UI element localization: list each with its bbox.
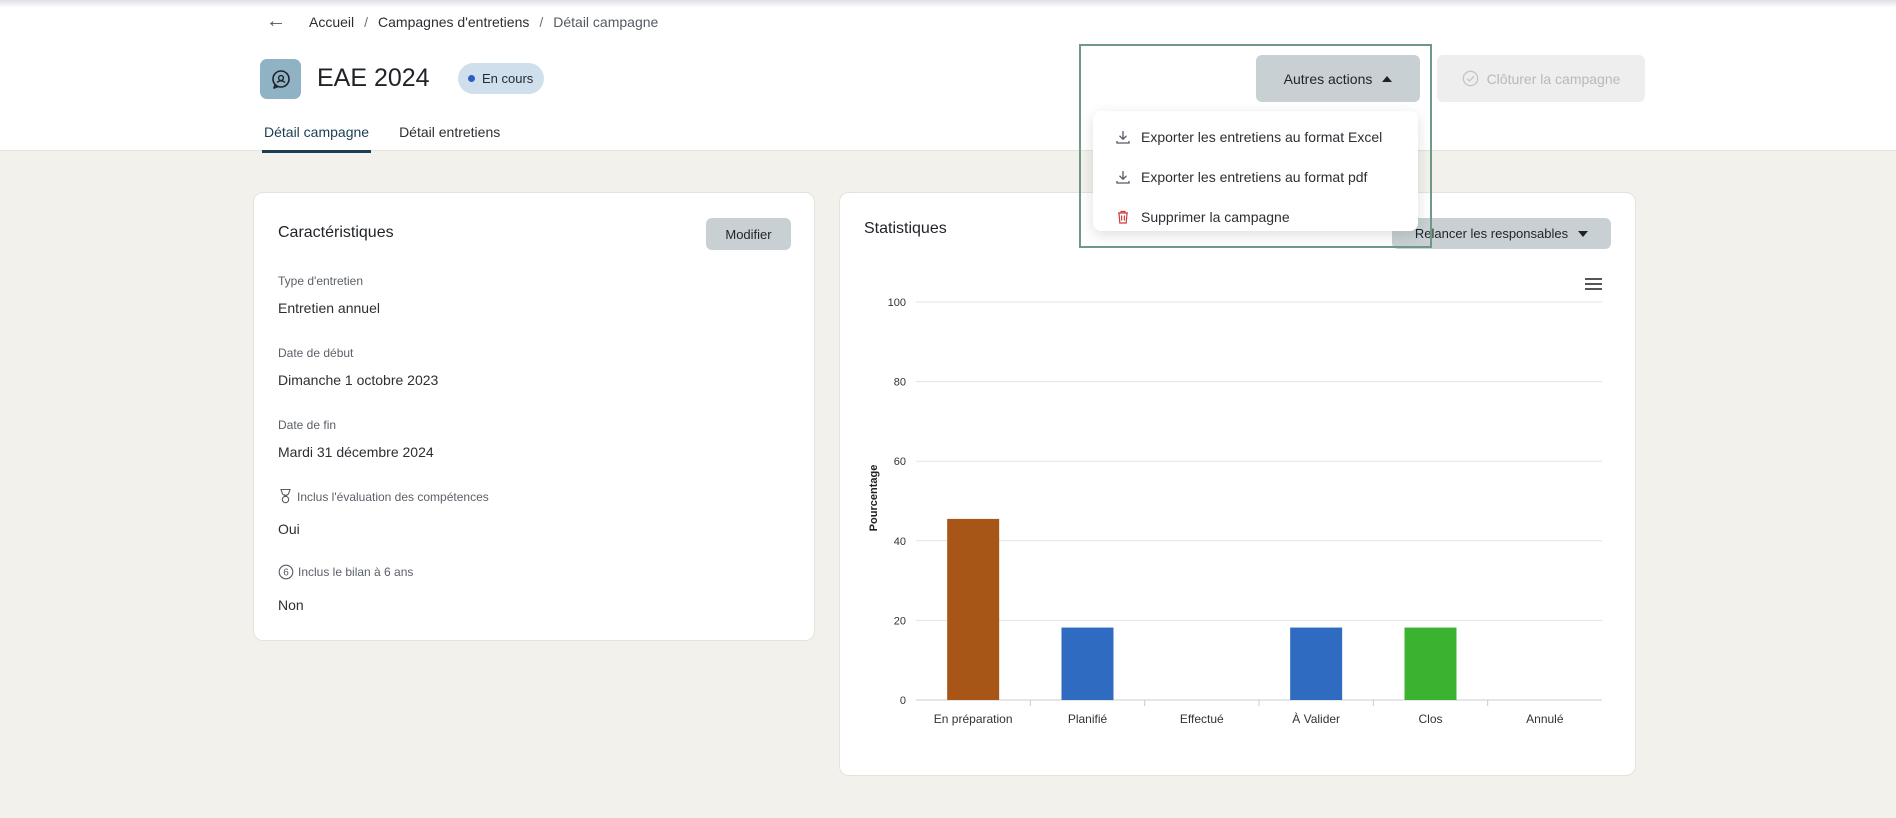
y-tick-label: 60 — [894, 456, 906, 468]
six-circle-icon: 6 — [278, 564, 294, 580]
field-label-interview-type: Type d'entretien — [278, 274, 363, 288]
chart-bar — [1290, 627, 1343, 700]
close-campaign-label: Clôturer la campagne — [1486, 70, 1621, 87]
statistics-card: Statistiques Relancer les responsables 0… — [839, 192, 1636, 776]
download-icon — [1116, 131, 1130, 144]
menu-item-label: Exporter les entretiens au format Excel — [1141, 129, 1383, 145]
field-label-skills-evaluation: Inclus l'évaluation des compétences — [278, 488, 489, 505]
chart-bar — [947, 518, 1000, 700]
trash-icon — [1118, 210, 1128, 224]
characteristics-card: Caractéristiques Modifier Type d'entreti… — [253, 192, 815, 641]
trophy-icon — [280, 488, 291, 504]
status-badge: En cours — [458, 63, 545, 94]
x-tick-label: Clos — [1418, 712, 1442, 726]
breadcrumb-separator: / — [364, 14, 369, 30]
header-shadow — [0, 0, 1896, 8]
page-title: EAE 2024 — [317, 64, 430, 92]
breadcrumb-separator: / — [539, 14, 544, 30]
back-arrow-icon[interactable]: ← — [266, 10, 286, 33]
breadcrumb-item-campaigns[interactable]: Campagnes d'entretiens — [378, 14, 529, 30]
close-campaign-button[interactable]: Clôturer la campagne — [1437, 55, 1645, 102]
chart-bar — [1061, 627, 1114, 700]
chart-bar — [1404, 627, 1457, 700]
status-label: En cours — [482, 71, 534, 86]
check-circle-icon — [1462, 70, 1478, 87]
x-tick-label: Planifié — [1068, 712, 1108, 726]
y-tick-label: 80 — [894, 377, 906, 389]
modify-button[interactable]: Modifier — [706, 218, 791, 250]
menu-item-label: Exporter les entretiens au format pdf — [1141, 169, 1368, 185]
breadcrumb-item-home[interactable]: Accueil — [309, 14, 354, 30]
x-tick-label: Annulé — [1526, 712, 1564, 726]
more-actions-label: Autres actions — [1283, 70, 1373, 87]
field-value-six-year-review: Non — [278, 597, 304, 613]
tab-interviews-detail[interactable]: Détail entretiens — [397, 124, 502, 153]
tabs: Détail campagne Détail entretiens — [262, 124, 502, 153]
field-label-text: Type d'entretien — [278, 274, 364, 288]
y-tick-label: 40 — [894, 536, 906, 548]
chat-bubble-icon — [271, 70, 290, 89]
x-tick-label: En préparation — [934, 712, 1013, 726]
x-tick-label: Effectué — [1180, 712, 1224, 726]
field-label-text: Inclus l'évaluation des compétences — [297, 489, 489, 504]
menu-item-export-excel[interactable]: Exporter les entretiens au format Excel — [1093, 117, 1418, 157]
field-label-text: Date de fin — [278, 418, 337, 432]
page-header: ← Accueil / Campagnes d'entretiens / Dét… — [0, 0, 1896, 153]
characteristics-title: Caractéristiques — [278, 224, 394, 241]
caret-up-icon — [1382, 75, 1393, 82]
menu-item-export-pdf[interactable]: Exporter les entretiens au format pdf — [1093, 157, 1418, 197]
statistics-chart: 0 20 40 60 80 100 En préparation Planifié Effect… — [868, 297, 1602, 726]
y-tick-label: 0 — [900, 695, 906, 707]
field-label-six-year-review: 6 Inclus le bilan à 6 ans — [278, 564, 413, 580]
field-value-end-date: Mardi 31 décembre 2024 — [278, 444, 434, 460]
x-tick-label: À Valider — [1292, 711, 1340, 726]
more-actions-button[interactable]: Autres actions — [1256, 55, 1420, 102]
y-axis-label: Pourcentage — [868, 465, 880, 532]
field-label-text: Date de début — [278, 346, 354, 360]
tab-campaign-detail[interactable]: Détail campagne — [262, 124, 372, 153]
breadcrumb: Accueil / Campagnes d'entretiens / Détai… — [309, 14, 658, 30]
menu-item-delete-campaign[interactable]: Supprimer la campagne — [1093, 197, 1418, 237]
menu-item-label: Supprimer la campagne — [1141, 209, 1290, 225]
svg-text:6: 6 — [283, 568, 289, 579]
field-label-end-date: Date de fin — [278, 418, 336, 432]
more-actions-menu: Exporter les entretiens au format Excel … — [1093, 111, 1418, 231]
field-value-skills-evaluation: Oui — [278, 521, 300, 537]
download-icon — [1116, 171, 1130, 184]
y-tick-label: 20 — [894, 615, 906, 627]
field-label-start-date: Date de début — [278, 346, 353, 360]
y-tick-label: 100 — [888, 297, 906, 309]
campaign-icon — [260, 59, 301, 99]
status-dot — [468, 75, 475, 82]
field-label-text: Inclus le bilan à 6 ans — [298, 565, 414, 579]
field-value-start-date: Dimanche 1 octobre 2023 — [278, 372, 439, 388]
breadcrumb-item-current: Détail campagne — [553, 14, 659, 30]
field-value-interview-type: Entretien annuel — [278, 300, 380, 316]
